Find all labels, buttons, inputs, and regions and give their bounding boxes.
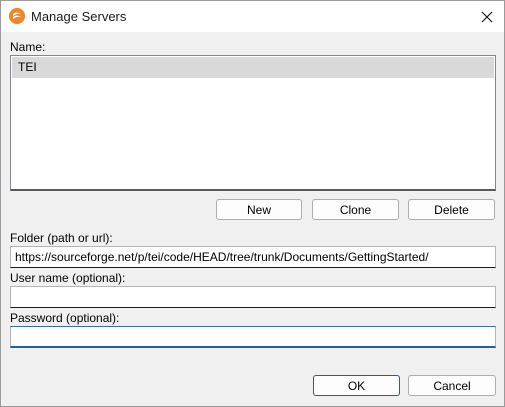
close-icon [481,11,493,22]
list-item-tei[interactable]: TEI [12,57,494,78]
password-field[interactable] [10,326,496,348]
server-name-list[interactable]: TEI [10,55,496,191]
username-field[interactable] [10,286,496,308]
password-label: Password (optional): [10,311,120,325]
cancel-button[interactable]: Cancel [408,375,496,396]
new-button[interactable]: New [216,199,302,220]
manage-servers-dialog: Manage Servers Name: TEI New Clone Delet… [0,0,505,407]
app-icon [9,8,25,24]
username-label: User name (optional): [10,271,126,285]
clone-button[interactable]: Clone [312,199,399,220]
delete-button[interactable]: Delete [408,199,495,220]
close-button[interactable] [470,1,504,32]
window-title: Manage Servers [31,9,127,24]
folder-label: Folder (path or url): [10,231,113,245]
name-label: Name: [10,40,46,54]
title-bar[interactable]: Manage Servers [1,1,504,32]
folder-url-field[interactable] [10,246,496,268]
ok-button[interactable]: OK [313,375,400,396]
